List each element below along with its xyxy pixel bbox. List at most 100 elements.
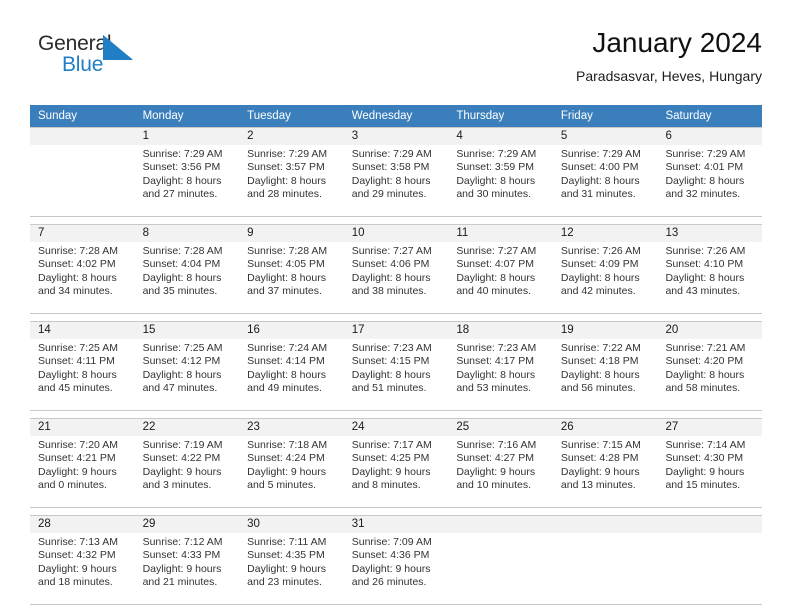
day-number: 18 xyxy=(448,322,553,339)
daylight-line-1: Daylight: 9 hours xyxy=(247,465,326,478)
daylight-line-2: and 31 minutes. xyxy=(560,188,636,201)
daylight-line-1: Daylight: 8 hours xyxy=(665,368,745,381)
daylight-line-1: Daylight: 9 hours xyxy=(247,562,326,575)
day-cell[interactable]: 4 Sunrise: 7:29 AM Sunset: 3:59 PM Dayli… xyxy=(448,128,553,216)
sunset-line: Sunset: 4:02 PM xyxy=(38,258,116,271)
day-cell[interactable]: 30 Sunrise: 7:11 AM Sunset: 4:35 PM Dayl… xyxy=(239,516,344,604)
sunrise-line: Sunrise: 7:18 AM xyxy=(247,439,328,451)
day-cell[interactable]: 31 Sunrise: 7:09 AM Sunset: 4:36 PM Dayl… xyxy=(343,516,449,604)
weekday-friday: Friday xyxy=(560,110,593,122)
day-info: Sunrise: 7:20 AM Sunset: 4:21 PM Dayligh… xyxy=(30,436,135,497)
day-cell[interactable]: 23 Sunrise: 7:18 AM Sunset: 4:24 PM Dayl… xyxy=(239,419,344,507)
week-row: 1 Sunrise: 7:29 AM Sunset: 3:56 PM Dayli… xyxy=(30,127,763,217)
day-cell[interactable]: 22 Sunrise: 7:19 AM Sunset: 4:22 PM Dayl… xyxy=(134,419,240,507)
day-number xyxy=(552,516,658,533)
day-cell[interactable] xyxy=(30,128,135,216)
day-cell[interactable] xyxy=(657,516,763,604)
sunrise-line: Sunrise: 7:09 AM xyxy=(351,536,432,548)
day-info: Sunrise: 7:28 AM Sunset: 4:04 PM Dayligh… xyxy=(135,242,240,303)
week-row: 14 Sunrise: 7:25 AM Sunset: 4:11 PM Dayl… xyxy=(30,321,763,411)
weekday-thursday: Thursday xyxy=(456,110,505,122)
day-cell[interactable]: 25 Sunrise: 7:16 AM Sunset: 4:27 PM Dayl… xyxy=(448,419,553,507)
day-number: 25 xyxy=(448,419,553,436)
day-cell[interactable]: 28 Sunrise: 7:13 AM Sunset: 4:32 PM Dayl… xyxy=(30,516,135,604)
day-cell[interactable] xyxy=(448,516,553,604)
day-cell[interactable]: 21 Sunrise: 7:20 AM Sunset: 4:21 PM Dayl… xyxy=(30,419,135,507)
day-info: Sunrise: 7:16 AM Sunset: 4:27 PM Dayligh… xyxy=(448,436,553,497)
day-number: 10 xyxy=(343,225,449,242)
day-cell[interactable]: 8 Sunrise: 7:28 AM Sunset: 4:04 PM Dayli… xyxy=(134,225,240,313)
daylight-line-2: and 38 minutes. xyxy=(351,285,427,298)
weekday-header-row: Sunday Monday Tuesday Wednesday Thursday… xyxy=(30,105,762,127)
day-cell[interactable]: 2 Sunrise: 7:29 AM Sunset: 3:57 PM Dayli… xyxy=(239,128,344,216)
daylight-line-2: and 13 minutes. xyxy=(560,479,636,492)
sunset-line: Sunset: 4:14 PM xyxy=(247,355,325,368)
daylight-line-2: and 37 minutes. xyxy=(247,285,322,298)
day-cell[interactable]: 10 Sunrise: 7:27 AM Sunset: 4:06 PM Dayl… xyxy=(343,225,449,313)
day-cell[interactable]: 15 Sunrise: 7:25 AM Sunset: 4:12 PM Dayl… xyxy=(134,322,240,410)
daylight-line-1: Daylight: 8 hours xyxy=(142,271,222,284)
sunset-line: Sunset: 4:28 PM xyxy=(560,452,639,465)
sunset-line: Sunset: 4:35 PM xyxy=(247,549,325,562)
day-cell[interactable]: 19 Sunrise: 7:22 AM Sunset: 4:18 PM Dayl… xyxy=(552,322,658,410)
sunrise-line: Sunrise: 7:28 AM xyxy=(142,245,223,257)
calendar-page: General Blue January 2024 Paradsasvar, H… xyxy=(0,0,792,612)
day-cell[interactable]: 26 Sunrise: 7:15 AM Sunset: 4:28 PM Dayl… xyxy=(552,419,658,507)
sunset-line: Sunset: 4:27 PM xyxy=(456,452,534,465)
day-cell[interactable]: 3 Sunrise: 7:29 AM Sunset: 3:58 PM Dayli… xyxy=(343,128,449,216)
daylight-line-2: and 43 minutes. xyxy=(665,285,741,298)
daylight-line-1: Daylight: 8 hours xyxy=(247,368,326,381)
sunset-line: Sunset: 4:04 PM xyxy=(142,258,221,271)
daylight-line-1: Daylight: 8 hours xyxy=(38,271,117,284)
day-info: Sunrise: 7:12 AM Sunset: 4:33 PM Dayligh… xyxy=(135,533,240,594)
daylight-line-1: Daylight: 9 hours xyxy=(351,562,431,575)
day-info: Sunrise: 7:27 AM Sunset: 4:06 PM Dayligh… xyxy=(344,242,449,303)
day-cell[interactable]: 7 Sunrise: 7:28 AM Sunset: 4:02 PM Dayli… xyxy=(30,225,135,313)
daylight-line-2: and 27 minutes. xyxy=(142,188,218,201)
sunset-line: Sunset: 4:22 PM xyxy=(142,452,221,465)
day-cell[interactable]: 20 Sunrise: 7:21 AM Sunset: 4:20 PM Dayl… xyxy=(657,322,763,410)
weekday-tuesday: Tuesday xyxy=(247,110,291,122)
day-info: Sunrise: 7:29 AM Sunset: 3:59 PM Dayligh… xyxy=(448,145,553,206)
day-info: Sunrise: 7:23 AM Sunset: 4:15 PM Dayligh… xyxy=(344,339,449,400)
day-cell[interactable]: 1 Sunrise: 7:29 AM Sunset: 3:56 PM Dayli… xyxy=(134,128,240,216)
day-cell[interactable]: 12 Sunrise: 7:26 AM Sunset: 4:09 PM Dayl… xyxy=(552,225,658,313)
day-cell[interactable]: 14 Sunrise: 7:25 AM Sunset: 4:11 PM Dayl… xyxy=(30,322,135,410)
weekday-sunday: Sunday xyxy=(38,110,78,122)
page-subtitle: Paradsasvar, Heves, Hungary xyxy=(576,68,762,84)
daylight-line-1: Daylight: 8 hours xyxy=(351,368,431,381)
daylight-line-2: and 56 minutes. xyxy=(560,382,636,395)
day-cell[interactable]: 29 Sunrise: 7:12 AM Sunset: 4:33 PM Dayl… xyxy=(134,516,240,604)
day-number: 1 xyxy=(134,128,240,145)
day-info: Sunrise: 7:11 AM Sunset: 4:35 PM Dayligh… xyxy=(239,533,344,594)
day-cell[interactable]: 5 Sunrise: 7:29 AM Sunset: 4:00 PM Dayli… xyxy=(552,128,658,216)
day-cell[interactable]: 13 Sunrise: 7:26 AM Sunset: 4:10 PM Dayl… xyxy=(657,225,763,313)
sunrise-line: Sunrise: 7:25 AM xyxy=(38,342,118,354)
day-cell[interactable]: 24 Sunrise: 7:17 AM Sunset: 4:25 PM Dayl… xyxy=(343,419,449,507)
day-cell[interactable]: 16 Sunrise: 7:24 AM Sunset: 4:14 PM Dayl… xyxy=(239,322,344,410)
daylight-line-2: and 47 minutes. xyxy=(142,382,218,395)
day-info: Sunrise: 7:25 AM Sunset: 4:12 PM Dayligh… xyxy=(135,339,240,400)
daylight-line-1: Daylight: 9 hours xyxy=(142,562,222,575)
daylight-line-2: and 51 minutes. xyxy=(351,382,427,395)
day-cell[interactable]: 27 Sunrise: 7:14 AM Sunset: 4:30 PM Dayl… xyxy=(657,419,763,507)
brand-logo[interactable]: General Blue xyxy=(30,32,250,92)
sunrise-line: Sunrise: 7:11 AM xyxy=(247,536,327,548)
sunset-line: Sunset: 3:56 PM xyxy=(142,161,221,174)
day-cell[interactable] xyxy=(552,516,658,604)
daylight-line-1: Daylight: 9 hours xyxy=(351,465,431,478)
daylight-line-1: Daylight: 8 hours xyxy=(456,174,536,187)
daylight-line-2: and 42 minutes. xyxy=(560,285,636,298)
day-cell[interactable]: 9 Sunrise: 7:28 AM Sunset: 4:05 PM Dayli… xyxy=(239,225,344,313)
day-cell[interactable]: 11 Sunrise: 7:27 AM Sunset: 4:07 PM Dayl… xyxy=(448,225,553,313)
day-cell[interactable]: 6 Sunrise: 7:29 AM Sunset: 4:01 PM Dayli… xyxy=(657,128,763,216)
day-info: Sunrise: 7:09 AM Sunset: 4:36 PM Dayligh… xyxy=(344,533,449,594)
sunrise-line: Sunrise: 7:28 AM xyxy=(38,245,118,257)
row-gap xyxy=(30,411,762,418)
sunrise-line: Sunrise: 7:24 AM xyxy=(247,342,328,354)
day-cell[interactable]: 18 Sunrise: 7:23 AM Sunset: 4:17 PM Dayl… xyxy=(448,322,553,410)
day-cell[interactable]: 17 Sunrise: 7:23 AM Sunset: 4:15 PM Dayl… xyxy=(343,322,449,410)
daylight-line-2: and 45 minutes. xyxy=(38,382,113,395)
day-info: Sunrise: 7:15 AM Sunset: 4:28 PM Dayligh… xyxy=(553,436,658,497)
sunrise-line: Sunrise: 7:29 AM xyxy=(665,148,746,160)
